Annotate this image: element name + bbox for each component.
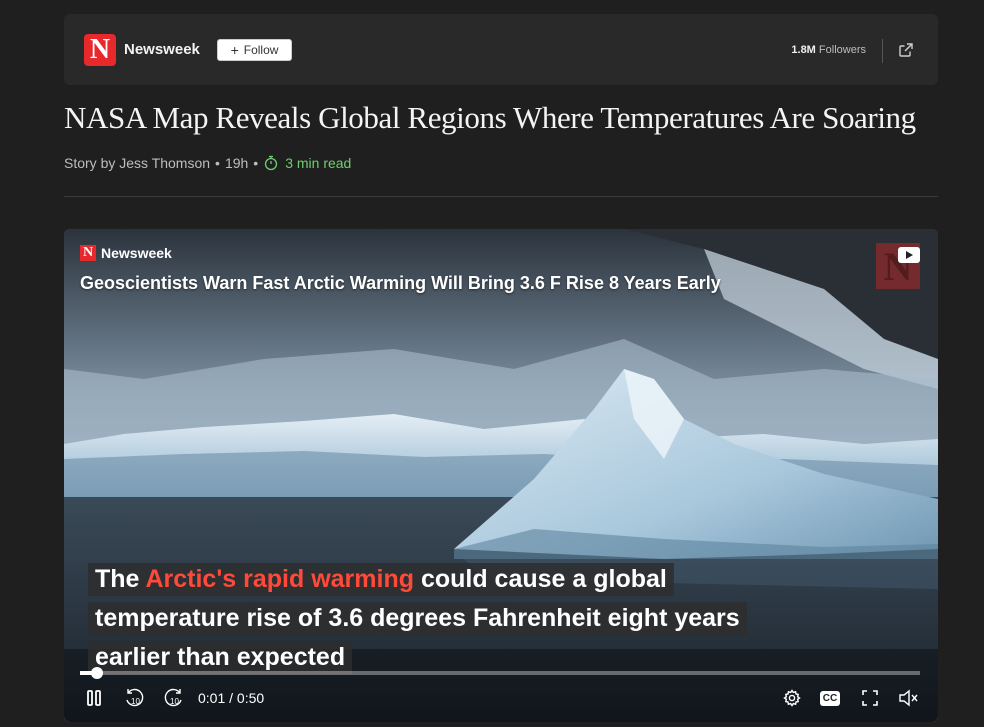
forward-10-icon: 10: [164, 688, 182, 707]
progress-knob[interactable]: [91, 667, 103, 679]
time-display: 0:01 / 0:50: [198, 690, 265, 706]
video-player[interactable]: N Newsweek Geoscientists Warn Fast Arcti…: [64, 229, 938, 722]
video-brand: N Newsweek: [80, 245, 172, 261]
mute-button[interactable]: [896, 684, 920, 712]
newsweek-logo[interactable]: N: [84, 34, 116, 66]
fullscreen-icon: [862, 690, 878, 706]
skip-forward-button[interactable]: 10: [162, 684, 186, 712]
cc-icon: CC: [819, 690, 841, 706]
skip-back-button[interactable]: 10: [122, 684, 146, 712]
follow-label: Follow: [243, 43, 279, 57]
read-time: 3 min read: [263, 155, 351, 171]
author[interactable]: Story by Jess Thomson: [64, 155, 210, 171]
caption-line-1: The Arctic's rapid warming could cause a…: [88, 563, 674, 596]
byline: Story by Jess Thomson • 19h • 3 min read: [64, 155, 352, 171]
play-badge-icon: [898, 247, 920, 263]
captions-button[interactable]: CC: [818, 684, 842, 712]
pause-button[interactable]: [82, 684, 106, 712]
video-progress-bar[interactable]: [80, 667, 920, 679]
publisher-name[interactable]: Newsweek: [124, 41, 200, 58]
caption-line-2: temperature rise of 3.6 degrees Fahrenhe…: [88, 602, 747, 635]
header-divider: [882, 39, 883, 63]
video-captions: The Arctic's rapid warming could cause a…: [88, 563, 747, 680]
follow-button[interactable]: + Follow: [217, 39, 292, 61]
video-controls: 10 10 0:01 / 0:50 CC: [64, 684, 938, 714]
gear-icon: [783, 689, 801, 707]
title-divider: [64, 196, 938, 197]
followers-count: 1.8M Followers: [791, 44, 866, 56]
stopwatch-icon: [265, 155, 278, 171]
video-title: Geoscientists Warn Fast Arctic Warming W…: [80, 273, 721, 293]
settings-button[interactable]: [780, 684, 804, 712]
volume-muted-icon: [899, 689, 918, 707]
caption-line-3: earlier than expected: [88, 641, 353, 674]
publish-age: 19h: [224, 155, 249, 171]
pause-icon: [87, 690, 101, 706]
rewind-10-icon: 10: [126, 688, 144, 707]
publisher-header: N Newsweek + Follow 1.8M Followers: [64, 14, 938, 85]
plus-icon: +: [230, 42, 239, 58]
share-icon[interactable]: [898, 42, 914, 58]
fullscreen-button[interactable]: [858, 684, 882, 712]
article-title: NASA Map Reveals Global Regions Where Te…: [64, 100, 916, 135]
newsweek-mini-logo: N: [80, 245, 96, 261]
svg-text:10: 10: [131, 697, 140, 706]
svg-text:10: 10: [170, 697, 179, 706]
